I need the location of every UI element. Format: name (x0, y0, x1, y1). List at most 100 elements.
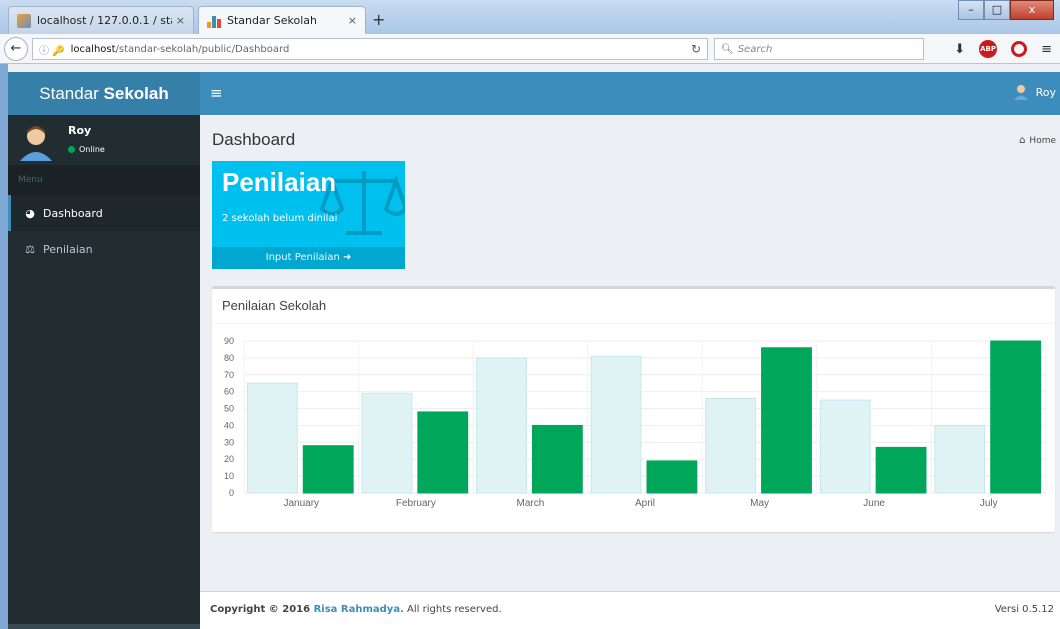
bar-series-2 (531, 424, 583, 494)
adblock-icon[interactable]: ABP (979, 40, 998, 58)
y-tick-label: 40 (224, 420, 234, 430)
x-tick-label: July (980, 498, 998, 509)
bar-series-1 (819, 399, 871, 494)
y-tick-label: 10 (224, 471, 234, 481)
sidebar-item-label: Penilaian (43, 242, 93, 256)
minimize-button[interactable]: – (958, 0, 984, 20)
penilaian-chart-card: Penilaian Sekolah 0 10 20 30 40 50 60 70 80 90 Jan… (212, 286, 1055, 532)
user-panel: Roy Online (8, 115, 200, 165)
y-tick-label: 70 (224, 370, 234, 380)
avatar (20, 126, 52, 161)
tab-label: Standar Sekolah (227, 14, 317, 27)
x-tick-label: February (396, 498, 436, 509)
home-icon: ⌂ (1019, 135, 1026, 146)
y-tick-label: 0 (229, 488, 234, 498)
bar-series-2 (875, 446, 927, 494)
download-icon[interactable]: ⬇ (954, 42, 965, 57)
browser-tab-bar: localhost / 127.0.0.1 / stan... × Standa… (0, 0, 1060, 34)
penilaian-info-box: Penilaian 2 sekolah belum dinilai Input … (212, 161, 405, 269)
x-tick-label: June (863, 498, 885, 509)
y-tick-label: 80 (224, 353, 234, 363)
top-user-name: Roy (1035, 85, 1056, 99)
window-controls: – □ x (958, 0, 1054, 20)
tab-label: localhost / 127.0.0.1 / stan... (37, 14, 172, 27)
brand-text-bold: Sekolah (103, 84, 169, 103)
x-tick-label: April (635, 498, 655, 509)
bar-series-1 (246, 382, 298, 494)
balance-scale-icon: ⚖ (25, 242, 35, 256)
browser-tab-standar-sekolah[interactable]: Standar Sekolah × (198, 6, 366, 34)
sidebar-item-penilaian[interactable]: ⚖ Penilaian (8, 231, 200, 267)
phpmyadmin-favicon-icon (17, 13, 31, 28)
bar-chart: 0 10 20 30 40 50 60 70 80 90 January February March A… (224, 336, 1047, 509)
y-tick-label: 90 (224, 336, 234, 346)
brand-text-regular: Standar (39, 84, 104, 103)
y-tick-label: 50 (224, 404, 234, 414)
info-box-description: 2 sekolah belum dinilai (222, 213, 338, 224)
x-tick-label: January (283, 498, 319, 509)
card-title: Penilaian Sekolah (222, 298, 327, 313)
sidebar-bottom-strip (8, 624, 200, 629)
browser-nav-bar: ← ⓘ 🔑 localhost /standar-sekolah/public/… (0, 34, 1060, 64)
url-path: /standar-sekolah/public/Dashboard (115, 43, 290, 55)
breadcrumb-home: Home (1029, 135, 1056, 146)
menu-header: Menu (8, 165, 200, 195)
maximize-button[interactable]: □ (984, 0, 1010, 20)
browser-tab-phpmyadmin[interactable]: localhost / 127.0.0.1 / stan... × (8, 6, 194, 34)
bar-chart-favicon-icon (207, 14, 221, 28)
x-tick-label: March (517, 498, 545, 509)
breadcrumb[interactable]: ⌂ Home (1019, 135, 1056, 146)
y-tick-label: 60 (224, 387, 234, 397)
bar-series-2 (990, 340, 1042, 494)
sidebar-user-name: Roy (68, 124, 92, 137)
info-box-title: Penilaian (222, 167, 337, 197)
sidebar-toggle-icon[interactable]: ≡ (210, 84, 223, 102)
user-status-label: Online (79, 145, 105, 154)
content-area: Dashboard ⌂ Home Penilaian 2 sekolah bel… (200, 115, 1060, 629)
bar-series-1 (934, 424, 986, 494)
reload-icon[interactable]: ↻ (691, 42, 701, 56)
opera-icon[interactable] (1011, 41, 1028, 57)
bar-series-1 (590, 355, 642, 494)
address-bar[interactable]: ⓘ 🔑 localhost /standar-sekolah/public/Da… (32, 38, 708, 60)
rights-text: All rights reserved. (403, 604, 502, 615)
sidebar-item-dashboard[interactable]: ◕ Dashboard (8, 195, 200, 231)
back-arrow-icon: ← (10, 41, 22, 56)
bar-series-1 (705, 397, 757, 494)
sidebar-item-label: Dashboard (43, 206, 103, 220)
tab-close-icon[interactable]: × (176, 14, 185, 27)
browser-toolbar-icons: ⬇ ABP ≡ (954, 40, 1052, 58)
version-label: Versi 0.5.12 (994, 604, 1054, 615)
top-navbar: ≡ Roy (200, 72, 1060, 115)
tab-close-icon[interactable]: × (348, 14, 357, 27)
back-button[interactable]: ← (4, 37, 28, 61)
copyright-prefix: Copyright © 2016 (210, 604, 314, 615)
search-icon: 🔍︎ (721, 43, 734, 55)
bar-series-2 (761, 347, 812, 494)
page-footer: Copyright © 2016 Risa Rahmadya. All righ… (200, 591, 1060, 629)
brand-logo[interactable]: Standar Sekolah (8, 72, 200, 115)
dashboard-icon: ◕ (25, 206, 35, 220)
bar-series-1 (361, 392, 413, 494)
app-container: Standar Sekolah ≡ Roy Roy Online Menu ◕ … (8, 64, 1060, 629)
x-tick-label: May (750, 498, 769, 509)
new-tab-button[interactable]: + (372, 10, 385, 29)
author-link[interactable]: Risa Rahmadya. (314, 604, 404, 615)
copyright-text: Copyright © 2016 Risa Rahmadya. All righ… (210, 604, 502, 615)
url-host: localhost (70, 43, 116, 55)
y-tick-label: 20 (224, 454, 234, 464)
sidebar: Roy Online Menu ◕ Dashboard ⚖ Penilaian (8, 115, 200, 629)
page-title: Dashboard (212, 130, 296, 149)
user-avatar-icon (1013, 85, 1028, 100)
bar-series-2 (417, 411, 469, 494)
bar-series-1 (476, 357, 527, 494)
menu-icon[interactable]: ≡ (1041, 42, 1052, 57)
user-menu[interactable]: Roy (1013, 84, 1056, 100)
arrow-circle-right-icon: ➜ (342, 252, 352, 263)
browser-search-input[interactable]: 🔍︎ Search (714, 38, 924, 60)
close-window-button[interactable]: x (1010, 0, 1054, 20)
input-penilaian-link[interactable]: Input Penilaian ➜ (212, 247, 405, 269)
input-penilaian-label: Input Penilaian (265, 252, 340, 263)
card-divider (212, 323, 1055, 324)
y-tick-label: 30 (224, 437, 234, 447)
